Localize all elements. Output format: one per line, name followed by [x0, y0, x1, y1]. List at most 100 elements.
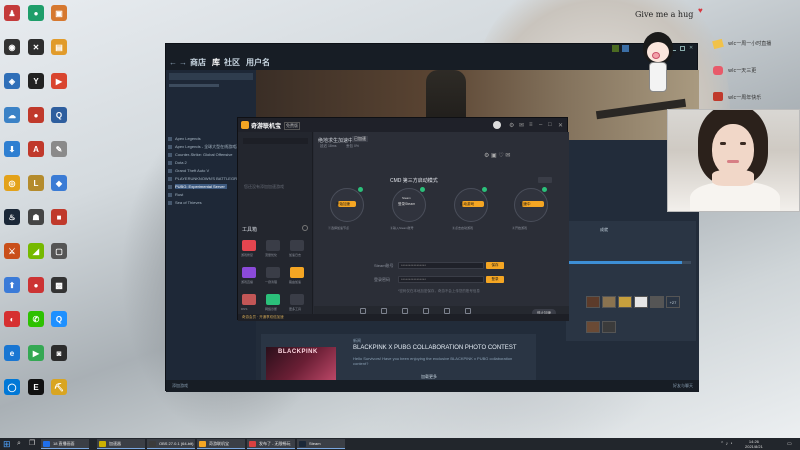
wechat-icon[interactable]: ✆: [25, 308, 47, 330]
achievement-badge-3[interactable]: [618, 296, 632, 308]
library-game-item[interactable]: Sea of Thieves: [175, 200, 202, 205]
blue-app-icon[interactable]: ◆: [48, 172, 70, 194]
razer-icon[interactable]: ✕: [25, 36, 47, 58]
netease-icon[interactable]: ◐: [1, 308, 23, 330]
green-app-icon[interactable]: ●: [25, 2, 47, 24]
maximize-icon[interactable]: □: [548, 122, 552, 128]
windows-start-icon[interactable]: ⊞: [3, 439, 13, 449]
achievement-badge-2[interactable]: [602, 296, 616, 308]
nvidia-icon[interactable]: ◢: [25, 240, 47, 262]
search-icon[interactable]: ⌕: [17, 440, 25, 448]
among-icon[interactable]: ●: [25, 104, 47, 126]
library-game-item[interactable]: Grand Theft Auto V: [175, 168, 209, 173]
dark-app-icon[interactable]: ▩: [48, 274, 70, 296]
blue-globe-icon[interactable]: e: [1, 342, 23, 364]
taskbar-app-item[interactable]: 奇游联机宝: [197, 439, 245, 449]
nav-store[interactable]: 商店: [190, 57, 206, 68]
library-game-item[interactable]: Apex Legends: [175, 136, 201, 141]
friends-icon[interactable]: [612, 45, 619, 52]
settings-icon[interactable]: ⚙: [509, 122, 514, 129]
epic-icon[interactable]: E: [25, 376, 47, 398]
library-game-item[interactable]: PUBG: Experimental Server: [175, 184, 227, 189]
plan-badge[interactable]: 免费版: [284, 122, 300, 130]
qq-game-icon[interactable]: Q: [48, 104, 70, 126]
achievement-badge-5[interactable]: [650, 296, 664, 308]
tool-button[interactable]: [266, 294, 280, 305]
system-tray-icons[interactable]: ⌃ ♪ ◔: [720, 441, 733, 447]
avatar[interactable]: [493, 121, 501, 129]
pc-game-icon[interactable]: ◙: [48, 342, 70, 364]
chrome-icon[interactable]: ◎: [1, 172, 23, 194]
achievement-badge-7[interactable]: [602, 321, 616, 333]
avatar-app-icon[interactable]: ♟: [1, 2, 23, 24]
adobe-icon[interactable]: A: [25, 138, 47, 160]
tool-button[interactable]: [266, 240, 280, 251]
achievement-badge-6[interactable]: [586, 321, 600, 333]
library-game-item[interactable]: Dota 2: [175, 160, 187, 165]
toolbar-icons[interactable]: ⚙ ▣ ♡ ✉: [484, 152, 510, 159]
game-search-input[interactable]: [243, 138, 308, 144]
download-icon[interactable]: ⬇: [1, 138, 23, 160]
back-arrow-icon[interactable]: ←: [169, 58, 177, 67]
folder-app-icon[interactable]: ▤: [48, 36, 70, 58]
taskbar-app-item[interactable]: 18 直播画面: [41, 439, 89, 449]
close-icon[interactable]: ✕: [558, 122, 563, 129]
obs-icon[interactable]: ◉: [1, 36, 23, 58]
taskbar-app-item[interactable]: 加速器: [97, 439, 145, 449]
library-search-input[interactable]: [169, 73, 253, 80]
taskbar-app-item[interactable]: OBS 27.0.1 (64-bit): [147, 439, 195, 449]
red-app-icon[interactable]: ▶: [48, 70, 70, 92]
red-box-icon[interactable]: ■: [48, 206, 70, 228]
play-store-icon[interactable]: ▶: [25, 342, 47, 364]
qq-icon[interactable]: Q: [48, 308, 70, 330]
account-input[interactable]: ****************: [398, 262, 484, 269]
save-button[interactable]: 保存: [486, 262, 504, 269]
forward-arrow-icon[interactable]: →: [179, 58, 187, 67]
game-icon[interactable]: ⚔: [1, 240, 23, 262]
library-game-item[interactable]: Rust: [175, 192, 183, 197]
tool-button[interactable]: [242, 267, 256, 278]
password-input[interactable]: ****************: [398, 276, 484, 283]
minecraft-icon[interactable]: ⛏: [48, 376, 70, 398]
nav-community[interactable]: 社区: [224, 57, 240, 68]
orange-app-icon[interactable]: ▣: [48, 2, 70, 24]
nav-username[interactable]: 用户名: [246, 57, 270, 68]
friends-chat-button[interactable]: 好友与聊天: [673, 383, 693, 389]
blue-circle-icon[interactable]: ◯: [1, 376, 23, 398]
achievement-badge-1[interactable]: [586, 296, 600, 308]
yy-icon[interactable]: Y: [25, 70, 47, 92]
robot-icon[interactable]: ☗: [25, 206, 47, 228]
upload-icon[interactable]: ⬆: [1, 274, 23, 296]
tool-button[interactable]: [290, 294, 304, 305]
lol-icon[interactable]: L: [25, 172, 47, 194]
tool-button[interactable]: [290, 267, 304, 278]
achievement-badge-4[interactable]: [634, 296, 648, 308]
library-filter[interactable]: [169, 84, 219, 87]
promo-strip[interactable]: 奇游会员 · 开通享双倍加速: [238, 314, 569, 321]
notification-center-icon[interactable]: ▭: [787, 441, 792, 447]
tool-button[interactable]: [242, 294, 256, 305]
tools-settings-icon[interactable]: [302, 225, 308, 231]
news-thumbnail[interactable]: BLACKPINK: [266, 347, 336, 384]
tool-button[interactable]: [242, 240, 256, 251]
steam-icon[interactable]: ♨: [1, 206, 23, 228]
task-view-icon[interactable]: ❐: [29, 440, 37, 448]
network-icon[interactable]: ◈: [1, 70, 23, 92]
minimize-icon[interactable]: –: [539, 122, 542, 128]
app-blank-icon[interactable]: ▢: [48, 240, 70, 262]
tool-button[interactable]: [266, 267, 280, 278]
taskbar-app-item[interactable]: 发布了 - 无限畅玩: [247, 439, 295, 449]
news-title[interactable]: BLACKPINK X PUBG COLLABORATION PHOTO CON…: [353, 345, 516, 351]
mode-switch-button[interactable]: [538, 177, 552, 183]
nav-library[interactable]: 库: [212, 57, 220, 68]
login-button[interactable]: 登录: [486, 276, 504, 283]
more-achievements[interactable]: +27: [666, 296, 680, 308]
among2-icon[interactable]: ●: [25, 274, 47, 296]
pen-icon[interactable]: ✎: [48, 138, 70, 160]
notification-icon[interactable]: [622, 45, 629, 52]
add-game-button[interactable]: 添加游戏: [172, 383, 188, 389]
library-game-item[interactable]: Counter-Strike: Global Offensive: [175, 152, 233, 157]
tool-button[interactable]: [290, 240, 304, 251]
taskbar-app-item[interactable]: Steam: [297, 439, 345, 449]
mail-icon[interactable]: ✉: [519, 122, 524, 129]
